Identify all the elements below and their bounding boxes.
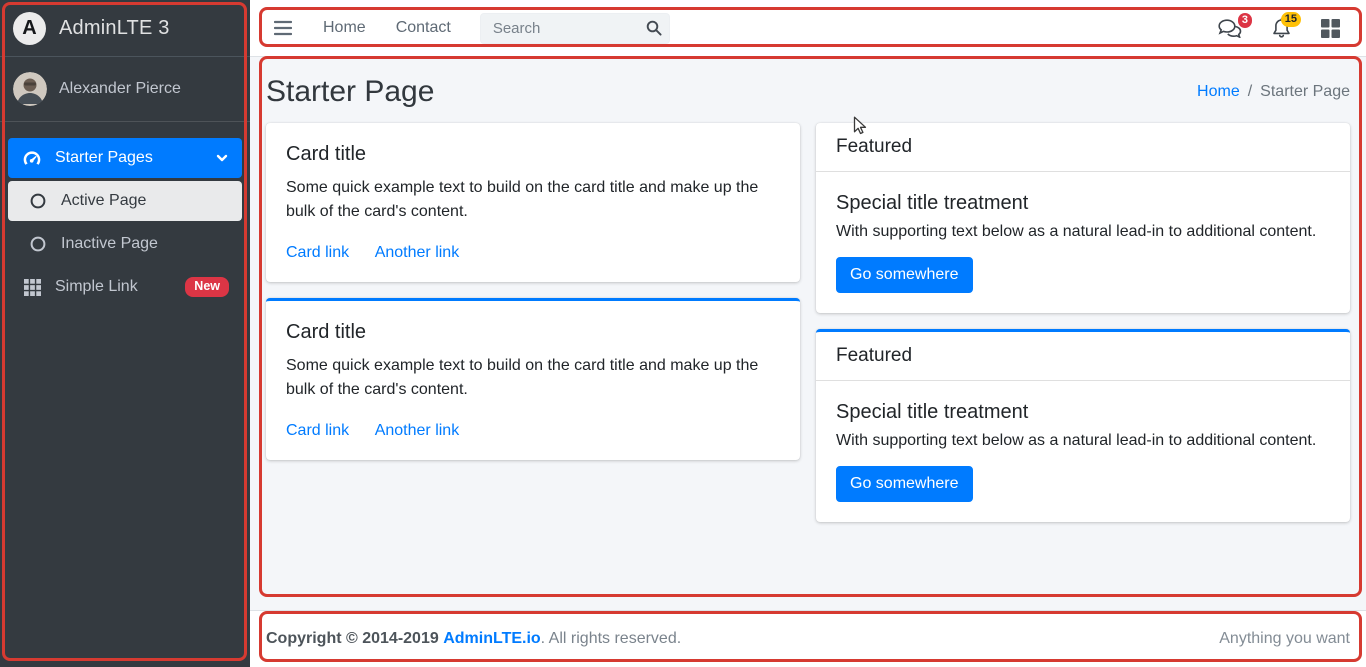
adminlte-logo-icon: A	[13, 12, 46, 45]
breadcrumb-home-link[interactable]: Home	[1197, 83, 1240, 101]
tachometer-icon	[21, 148, 43, 168]
new-badge: New	[185, 277, 229, 297]
search-input[interactable]	[480, 13, 670, 44]
sidebar-item-label: Starter Pages	[55, 149, 153, 167]
adminlte-io-link[interactable]: AdminLTE.io	[443, 630, 540, 647]
circle-icon	[27, 193, 49, 209]
right-column: Featured Special title treatment With su…	[816, 123, 1350, 538]
breadcrumb: Home / Starter Page	[1197, 83, 1350, 101]
fullscreen-grid-menu[interactable]	[1321, 19, 1340, 38]
card-text: Some quick example text to build on the …	[286, 354, 780, 402]
card-title: Card title	[286, 143, 780, 166]
card-plain: Card title Some quick example text to bu…	[266, 123, 800, 282]
messages-count-badge: 3	[1238, 13, 1252, 28]
th-large-icon	[1321, 19, 1340, 38]
page-title: Starter Page	[266, 75, 434, 109]
main-column: Home Contact 3	[250, 0, 1366, 667]
card-link[interactable]: Card link	[286, 422, 349, 439]
copyright-text: Copyright © 2014-2019	[266, 630, 439, 647]
featured-card-header: Featured	[816, 123, 1350, 172]
breadcrumb-separator: /	[1248, 83, 1252, 101]
featured-title: Special title treatment	[836, 401, 1330, 424]
navbar-link-home[interactable]: Home	[308, 11, 381, 45]
go-somewhere-button[interactable]: Go somewhere	[836, 466, 973, 502]
featured-card: Featured Special title treatment With su…	[816, 123, 1350, 313]
top-navbar: Home Contact 3	[250, 0, 1366, 57]
rights-text: . All rights reserved.	[541, 630, 682, 647]
card-outline: Card title Some quick example text to bu…	[266, 298, 800, 460]
content-wrapper: Starter Page Home / Starter Page Card ti…	[250, 57, 1366, 610]
sidebar-item-label: Inactive Page	[61, 235, 158, 253]
sidebar-item-active-page[interactable]: Active Page	[8, 181, 242, 221]
featured-text: With supporting text below as a natural …	[836, 223, 1330, 241]
sidebar-item-starter-pages[interactable]: Starter Pages	[8, 138, 242, 178]
messages-menu[interactable]: 3	[1218, 19, 1242, 38]
go-somewhere-button[interactable]: Go somewhere	[836, 257, 973, 293]
featured-card-header: Featured	[816, 332, 1350, 381]
user-avatar[interactable]	[13, 72, 47, 106]
adminlte-app: A AdminLTE 3 Alexander Pierce	[0, 0, 1366, 667]
circle-icon	[27, 236, 49, 252]
footer-copyright: Copyright © 2014-2019 AdminLTE.io. All r…	[266, 630, 681, 648]
cards-row: Card title Some quick example text to bu…	[250, 123, 1366, 538]
footer: Copyright © 2014-2019 AdminLTE.io. All r…	[250, 610, 1366, 667]
th-grid-icon	[21, 279, 43, 296]
featured-text: With supporting text below as a natural …	[836, 432, 1330, 450]
featured-title: Special title treatment	[836, 192, 1330, 215]
breadcrumb-current: Starter Page	[1260, 83, 1350, 101]
navbar-right: 3 15	[1218, 18, 1350, 39]
notifications-count-badge: 15	[1281, 12, 1301, 27]
content-header: Starter Page Home / Starter Page	[250, 57, 1366, 123]
navbar-link-contact[interactable]: Contact	[381, 11, 466, 45]
user-panel: Alexander Pierce	[0, 57, 250, 122]
brand-link[interactable]: A AdminLTE 3	[0, 0, 250, 57]
sidebar-nav: Starter Pages Active Page	[0, 122, 250, 307]
card-link[interactable]: Card link	[286, 244, 349, 261]
another-link[interactable]: Another link	[375, 422, 460, 439]
chevron-down-icon	[215, 151, 229, 165]
sidebar-item-simple-link[interactable]: Simple Link New	[8, 267, 242, 307]
sidebar-item-label: Simple Link	[55, 278, 138, 296]
navbar-search	[480, 13, 670, 44]
another-link[interactable]: Another link	[375, 244, 460, 261]
left-column: Card title Some quick example text to bu…	[266, 123, 800, 476]
sidebar-item-inactive-page[interactable]: Inactive Page	[8, 224, 242, 264]
user-name-link[interactable]: Alexander Pierce	[59, 80, 181, 98]
sidebar-item-label: Active Page	[61, 192, 146, 210]
featured-card-outline: Featured Special title treatment With su…	[816, 329, 1350, 522]
notifications-menu[interactable]: 15	[1272, 18, 1291, 39]
sidebar-toggle-button[interactable]	[266, 14, 300, 42]
sidebar: A AdminLTE 3 Alexander Pierce	[0, 0, 250, 667]
card-text: Some quick example text to build on the …	[286, 176, 780, 224]
brand-text: AdminLTE 3	[59, 17, 170, 40]
footer-right-text: Anything you want	[1219, 630, 1350, 648]
search-icon[interactable]	[646, 20, 662, 36]
card-title: Card title	[286, 321, 780, 344]
